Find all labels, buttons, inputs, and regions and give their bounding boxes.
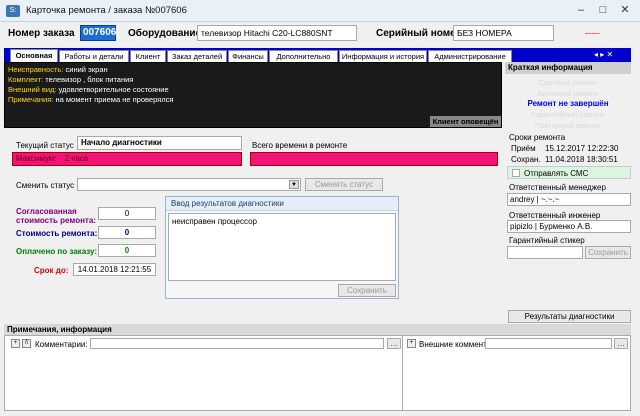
comments-options-icon[interactable]: /\ [22,339,31,348]
repair-terms-label: Сроки ремонта [509,133,566,142]
current-status-field: Начало диагностики [77,136,242,150]
saved-label: Сохран. [511,155,541,164]
minimize-icon[interactable]: – [574,3,588,17]
equipment-field[interactable]: телевизор Hitachi C20-LC880SNT [197,25,357,41]
comments-label: Комментарии: [35,340,88,349]
engineer-label: Ответственный инженер [509,211,601,220]
saved-date: 11.04.2018 18:30:51 [545,155,618,164]
manager-label: Ответственный менеджер [509,183,606,192]
agreed-cost-field[interactable]: 0 [98,207,156,220]
max-time-value: 2 часа [64,154,89,163]
client-notified-button[interactable]: Клиент оповещён [430,116,501,127]
diagnostics-title: Ввод результатов диагностики [166,197,398,211]
max-time-label: Максимум: [16,154,57,163]
sms-row: Отправлять СМС [507,166,631,179]
notes-divider [402,336,403,410]
tab-administration[interactable]: Администрирование [428,50,512,62]
deadline-label: Срок до: [34,266,69,275]
tab-main[interactable]: Основная [10,49,58,62]
diagnostic-results-button[interactable]: Результаты диагностики [508,310,631,323]
info-line-notes: Примечания: на момент приема не проверял… [8,95,174,104]
external-browse-button[interactable]: … [614,338,628,349]
serial-number-field[interactable]: БЕЗ НОМЕРА [453,25,554,41]
notes-area: + /\ Комментарии: … + Внешние коммент: … [4,335,631,411]
external-comments-label: Внешние коммент: [419,340,489,349]
sticker-save-button[interactable]: Сохранить [585,246,631,259]
status-select[interactable]: ▼ [77,178,301,191]
diagnostics-save-button[interactable]: Сохранить [338,284,396,297]
diagnostics-text: неисправен процессор [172,217,257,226]
issue-info-panel: Неисправность: синий экран Комплект: тел… [4,62,502,128]
info-line-appearance: Внешний вид: удовлетворительное состояни… [8,85,169,94]
maximize-icon[interactable]: □ [596,3,610,17]
deadline-field[interactable]: 14.01.2018 12:21:55 [73,263,156,276]
app-icon: S: [6,5,20,17]
repair-not-finished-flag: Ремонт не завершён [527,99,609,108]
close-icon[interactable]: ✕ [618,3,632,17]
tab-bar: Основная Работы и детали Клиент Заказ де… [4,48,631,62]
title-bar: S: Карточка ремонта / заказа №007606 – □… [0,0,640,22]
diagnostics-panel: Ввод результатов диагностики неисправен … [165,196,399,299]
order-number-label: Номер заказа [8,28,75,39]
tab-works-parts[interactable]: Работы и детали [59,50,129,62]
tab-finance[interactable]: Финансы [228,50,268,62]
expand-comments-icon[interactable]: + [11,339,20,348]
diagnostics-textarea[interactable]: неисправен процессор [168,213,396,281]
repeat-repair-flag: Повторный ремонт [534,121,602,130]
agreed-cost-label-1: Согласованная [16,207,77,216]
sms-checkbox[interactable] [512,169,520,177]
engineer-field[interactable]: pipizlo | Бурменко А.В. [507,220,631,233]
received-date: 15.12.2017 12:22:30 [545,144,619,153]
info-line-fault: Неисправность: синий экран [8,65,108,74]
dashes-indicator: ----- [585,28,600,38]
received-label: Приём [511,144,536,153]
window-title: Карточка ремонта / заказа №007606 [26,5,187,16]
manager-field[interactable]: andrey | ~.~.~ [507,193,631,206]
tab-info-history[interactable]: Информация и история [339,50,427,62]
notes-section-title: Примечания, информация [4,324,631,335]
paid-field: 0 [98,244,156,257]
serial-number-label: Серийный номер [376,28,462,39]
repair-cost-field: 0 [98,226,156,239]
external-comments-input[interactable] [485,338,612,349]
total-time-label: Всего времени в ремонте [252,141,348,150]
change-status-button[interactable]: Сменить статус [305,178,383,191]
comments-browse-button[interactable]: … [387,338,401,349]
tab-client[interactable]: Клиент [130,50,166,62]
tab-parts-order[interactable]: Заказ деталей [167,50,227,62]
expand-external-icon[interactable]: + [407,339,416,348]
brief-info-title: Краткая информация [505,62,631,74]
warranty-sticker-field[interactable] [507,246,583,259]
paid-label: Оплачено по заказу: [16,247,98,256]
max-time-bar: Максимум: 2 часа [12,152,242,166]
warranty-sticker-label: Гарантийный стикер [509,236,585,245]
info-line-kit: Комплект: телевизор , блок питания [8,75,134,84]
chevron-down-icon[interactable]: ▼ [289,180,299,189]
agreed-cost-label-2: стоимость ремонта: [16,216,96,225]
change-status-label: Сменить статус [16,181,75,190]
sms-label: Отправлять СМС [524,169,589,178]
tab-scroll-arrows-icon[interactable]: ◂ ▸ ✕ [594,50,613,59]
total-time-bar [250,152,498,166]
tab-additional[interactable]: Дополнительно [269,50,338,62]
order-number-field[interactable]: 007606 [80,25,116,41]
current-status-label: Текущий статус [16,141,74,150]
repair-cost-label: Стоимость ремонта: [16,229,98,238]
equipment-label: Оборудование [128,28,202,39]
comments-input[interactable] [90,338,384,349]
